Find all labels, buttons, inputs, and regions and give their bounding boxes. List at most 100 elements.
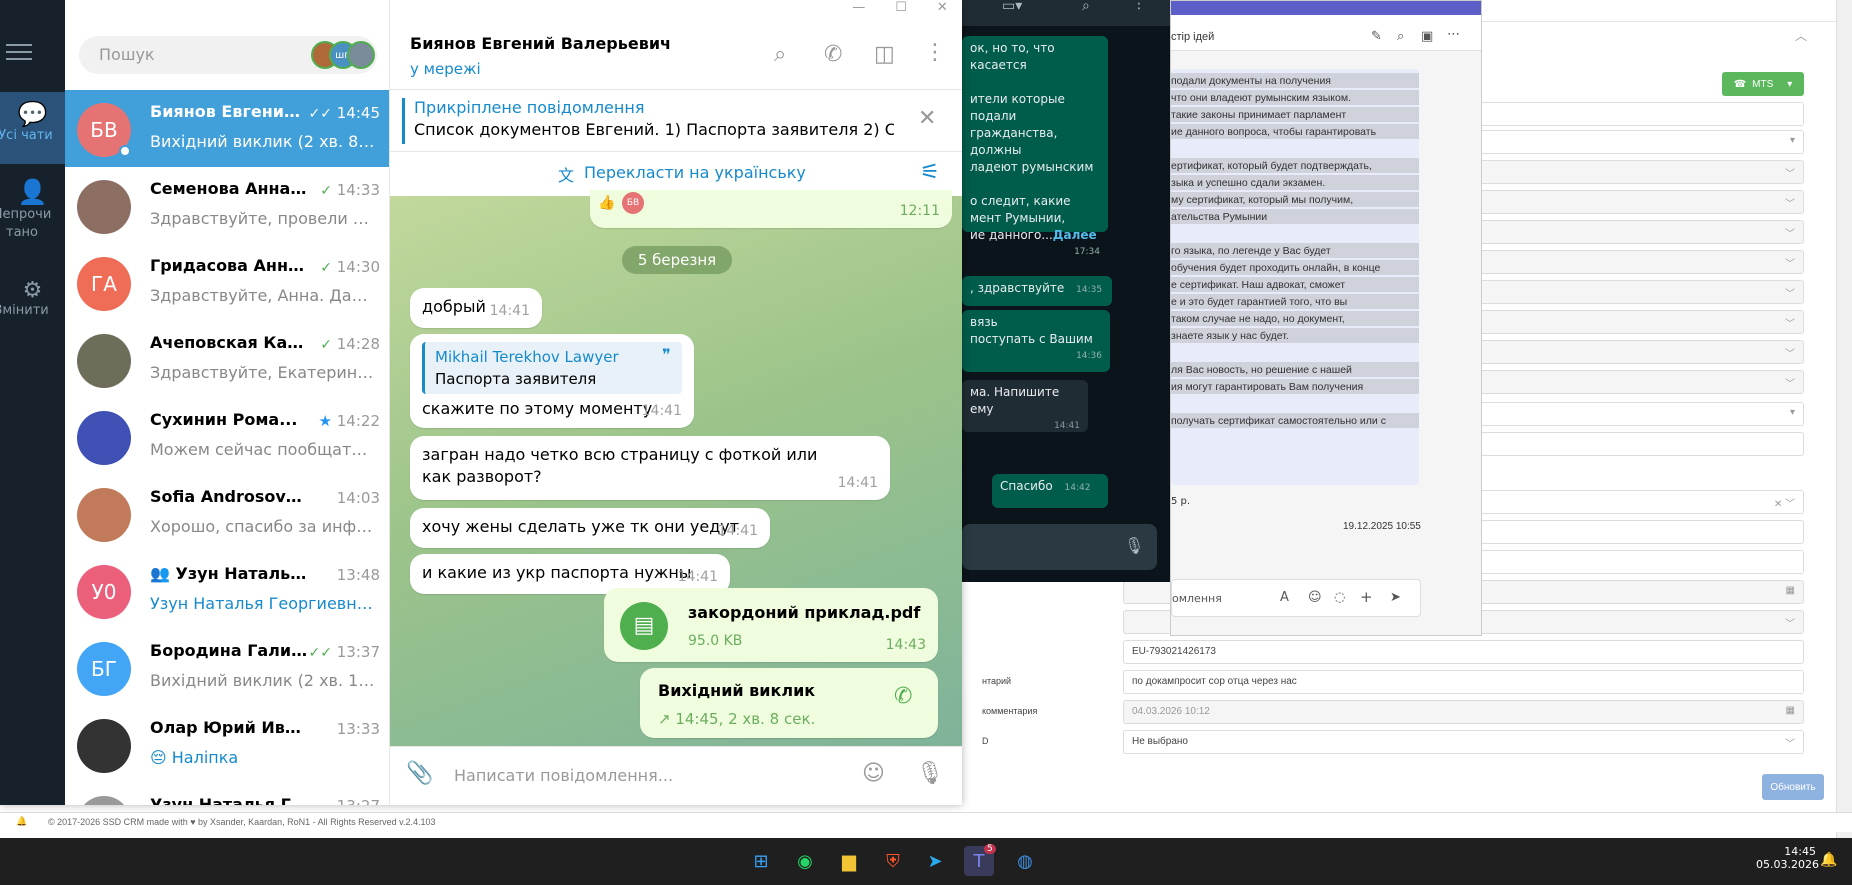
teams-text-line [1171, 141, 1419, 156]
search-input[interactable]: Пошук шп [79, 36, 377, 74]
file-message[interactable]: ▤ закордоний приклад.pdf 95.0 KB 14:43 [604, 588, 938, 662]
thumbs-up-reaction[interactable]: 👍 [598, 192, 615, 214]
more-icon[interactable]: ⋮ [1132, 0, 1146, 12]
video-call-icon[interactable]: ▭▾ [1002, 0, 1022, 14]
story-avatar[interactable] [347, 41, 375, 69]
message-bubble: хочу жены сделать уже тк они уедут 14:41 [410, 508, 770, 548]
chat-time: ✓✓ 13:37 [308, 643, 380, 661]
teams-text-line: ля Вас новость, но решение с нашей [1171, 362, 1419, 377]
chat-preview: Узун Наталья Георгиевна (В... [150, 594, 375, 613]
chat-list-item[interactable]: Sofia Androsova 🌸 14:03 Хорошо, спасибо за… [65, 475, 389, 552]
translate-settings-icon[interactable]: ⚟ [920, 160, 940, 185]
search-icon[interactable]: ⌕ [774, 42, 786, 67]
more-icon[interactable]: ⋮ [924, 40, 946, 65]
file-icon[interactable]: ▤ [620, 602, 668, 650]
teams-icon[interactable]: T 5 [964, 844, 996, 876]
chat-list-item[interactable]: Ачеповская Катер... ✓ 14:28 Здравствуйте, … [65, 321, 389, 398]
crm-field-comment[interactable]: по докампросит сор отца через нас [1123, 670, 1804, 694]
telegram-icon[interactable]: ➤ [920, 846, 950, 876]
chat-name: Sofia Androsova 🌸 [150, 487, 310, 506]
close-icon[interactable]: ✕ [937, 0, 948, 18]
whatsapp-icon[interactable]: ◉ [790, 846, 820, 876]
compose-icon[interactable]: ✎ [1371, 29, 1382, 44]
brave-icon[interactable]: ⛨ [878, 846, 908, 876]
window-controls: — ☐ ✕ [838, 0, 962, 18]
teams-text-line: ательства Румынии [1171, 209, 1419, 224]
emoji-icon[interactable]: ☺ [862, 761, 885, 786]
emoji-icon[interactable]: ☺ [1308, 590, 1322, 605]
folder-all-chats[interactable]: 💬 Усі чати [0, 92, 65, 164]
chat-name: Ачеповская Катер... [150, 333, 310, 352]
minimize-icon[interactable]: — [852, 0, 865, 18]
call-message[interactable]: Вихідний виклик ↗ 14:45, 2 хв. 8 сек. ✆ [640, 668, 938, 738]
translate-icon: 文 [558, 166, 575, 185]
microphone-icon[interactable]: 🎙 [1124, 536, 1144, 555]
avatar [77, 796, 131, 805]
message-input[interactable]: Написати повідомлення... [454, 766, 673, 785]
collapse-icon[interactable]: ︿ [1795, 27, 1807, 44]
teams-text-line: знаете язык у нас будет. [1171, 328, 1419, 343]
check-icon: ✓ [320, 337, 332, 353]
format-icon[interactable]: A [1280, 590, 1289, 605]
teams-compose-box[interactable]: омлення A ☺ ◌ + ➤ [1171, 579, 1421, 617]
maximize-icon[interactable]: ☐ [895, 0, 907, 18]
chat-list-item[interactable]: У0 👥 Узун Наталья 09.0... 13:48 Узун Наталь… [65, 552, 389, 629]
chat-name: Семенова Анна В... [150, 179, 310, 198]
chat-list-item[interactable]: БГ Бородина Галина ✓✓ 13:37 Вихідний виклик… [65, 629, 389, 706]
notification-icon[interactable]: 🔔 [1820, 852, 1837, 868]
menu-icon[interactable] [6, 44, 32, 62]
add-icon[interactable]: + [1360, 588, 1373, 606]
close-icon[interactable]: ✕ [918, 106, 936, 131]
chat-list-item[interactable]: БВ Биянов Евгений ... ✓✓ 14:45 Вихідний вик… [65, 90, 389, 167]
sticker-icon[interactable]: ◌ [1334, 590, 1345, 605]
file-explorer-icon[interactable]: ▆ [834, 846, 864, 876]
start-icon[interactable]: ⊞ [746, 846, 776, 876]
clock[interactable]: 14:45 05.03.2026 [1756, 845, 1819, 871]
phone-icon[interactable]: ✆ [824, 42, 842, 67]
more-icon[interactable]: ⋯ [1447, 27, 1460, 42]
teams-text-line: е и это будет гарантией того, что вы [1171, 294, 1419, 309]
chat-list-item[interactable]: Олар Юрий Иванович 13:33 😔 Наліпка [65, 706, 389, 783]
crm-scrollbar[interactable] [1836, 0, 1852, 838]
pinned-message-bar[interactable]: Прикріплене повідомлення Список документ… [390, 90, 962, 152]
chat-list-item[interactable]: ГА Гридасова Анна А... ✓ 14:30 Здравствуйте… [65, 244, 389, 321]
crm-field-passport[interactable]: EU-793021426173 [1123, 640, 1804, 664]
chat-title[interactable]: Биянов Евгений Валерьевич [410, 34, 671, 53]
update-button[interactable]: Обновить [1762, 774, 1824, 800]
whatsapp-bubble: ок, но то, что касается ители которые по… [962, 36, 1108, 257]
crm-field-comment-date[interactable]: 04.03.2026 10:12 ▦ [1123, 700, 1804, 724]
crm-label: комментария [982, 706, 1038, 716]
phone-icon[interactable]: ✆ [894, 686, 912, 708]
teams-text-line: му сертификат, который мы получим, [1171, 192, 1419, 207]
avatar: У0 [77, 565, 131, 619]
chat-name: Олар Юрий Иванович [150, 718, 310, 737]
whatsapp-compose[interactable]: 🎙 [962, 524, 1157, 570]
folder-edit[interactable]: ⚙ Змінити [0, 278, 65, 334]
send-icon[interactable]: ➤ [1390, 590, 1401, 605]
chat-name: Узун Наталья Гео... [150, 795, 310, 805]
mts-call-button[interactable]: ☎ MTS ▾ [1722, 72, 1804, 96]
panel-icon[interactable]: ▣ [1421, 29, 1433, 44]
chat-preview: Здравствуйте, провели опл... [150, 209, 375, 228]
chat-list-item[interactable]: Сухинин Рома... ★ 14:22 Можем сейчас пообщ… [65, 398, 389, 475]
bell-icon[interactable]: 🔔 [16, 816, 27, 827]
search-icon[interactable]: ⌕ [1082, 0, 1090, 14]
chat-time: ✓✓ 14:45 [308, 104, 380, 122]
chat-list-item[interactable]: Узун Наталья Гео... 13:27 [65, 783, 389, 805]
online-status: у мережі [410, 60, 481, 78]
attach-icon[interactable]: 📎 [406, 761, 433, 786]
message-bubble: 👍 БВ 12:11 [590, 190, 952, 228]
pinned-accent [402, 98, 405, 144]
browser-icon[interactable]: ◍ [1010, 846, 1040, 876]
sliders-icon: ⚙ [22, 278, 43, 303]
chat-list-item[interactable]: Семенова Анна В... ✓ 14:33 Здравствуйте, п… [65, 167, 389, 244]
reply-quote[interactable]: Mikhail Terekhov Lawyer Паспорта заявите… [422, 342, 682, 394]
crm-select-status[interactable]: Не выбрано ﹀ [1123, 730, 1804, 754]
folder-unread[interactable]: 👤 Непрочитано [0, 178, 65, 258]
read-more-link[interactable]: Далее [1053, 228, 1097, 242]
search-icon[interactable]: ⌕ [1397, 29, 1404, 44]
sidebar-icon[interactable]: ◫ [874, 42, 895, 67]
chat-preview: Вихідний виклик (2 хв. 8 сек.) [150, 132, 375, 151]
teams-text-line [1171, 226, 1419, 241]
microphone-icon[interactable]: 🎙 [916, 761, 944, 786]
